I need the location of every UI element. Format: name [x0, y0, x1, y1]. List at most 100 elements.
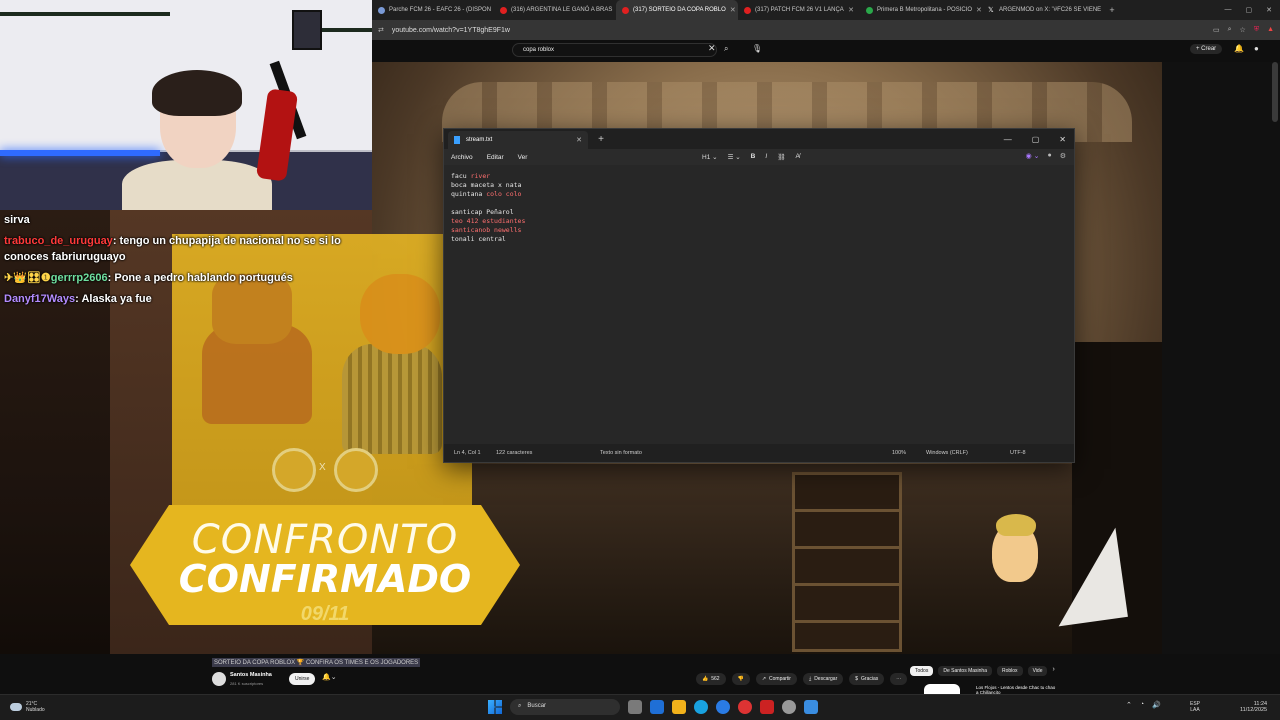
- close-icon[interactable]: ✕: [576, 136, 582, 144]
- bold-icon[interactable]: B: [751, 153, 756, 161]
- thanks-button[interactable]: $ Gracias: [849, 673, 885, 685]
- download-button[interactable]: ⤓ Descargar: [802, 673, 844, 685]
- clock[interactable]: 11:24 11/12/2025: [1240, 701, 1267, 713]
- notifications-icon[interactable]: 🔔: [1234, 44, 1244, 53]
- player-figure: [342, 344, 442, 454]
- taskbar-search[interactable]: ⌕ Buscar: [510, 699, 620, 715]
- encoding[interactable]: UTF-8: [1010, 450, 1026, 456]
- channel-avatar[interactable]: [212, 672, 226, 686]
- close-icon[interactable]: ✕: [1266, 6, 1272, 14]
- youtube-icon: [622, 6, 629, 14]
- chevron-right-icon[interactable]: ›: [1052, 666, 1054, 676]
- webcam-feed: [0, 0, 372, 210]
- join-button[interactable]: Unirse: [289, 673, 316, 685]
- edge-icon[interactable]: [694, 700, 708, 714]
- chevron-up-icon[interactable]: ⌃: [1126, 701, 1132, 709]
- player-head: [360, 274, 440, 354]
- menu-editar[interactable]: Editar: [480, 154, 511, 161]
- maximize-icon[interactable]: ▢: [1032, 135, 1040, 144]
- browser-tab[interactable]: Parche FCM 26 - EAFC 26 - (DISPON✕: [372, 0, 494, 20]
- obs-icon[interactable]: [782, 700, 796, 714]
- list-dropdown-icon[interactable]: ☰ ⌄: [728, 153, 741, 161]
- close-icon[interactable]: ✕: [848, 6, 854, 14]
- channel-name[interactable]: Santos Masinha: [230, 672, 272, 678]
- banner-date: 09/11: [300, 603, 350, 625]
- zoom-level[interactable]: 100%: [892, 450, 906, 456]
- bell-icon[interactable]: 🔔⌄: [322, 673, 337, 681]
- account-icon[interactable]: ●: [1047, 152, 1051, 160]
- text-line: santicap Peñarol: [451, 208, 514, 216]
- close-icon[interactable]: ✕: [1059, 135, 1066, 144]
- confronto-banner: CONFRONTO CONFIRMADO 09/11: [130, 505, 520, 625]
- menu-archivo[interactable]: Archivo: [444, 154, 480, 161]
- notepad-window: stream.txt ✕ + — ▢ ✕ Archivo Editar Ver …: [443, 128, 1075, 463]
- video-info-bar: SORTEIO DA COPA ROBLOX 🏆 CONFIRA OS TIME…: [204, 654, 1280, 695]
- file-explorer-icon[interactable]: [672, 700, 686, 714]
- game-character: [992, 514, 1038, 582]
- share-button[interactable]: ↗ Compartir: [755, 673, 797, 685]
- chrome-icon[interactable]: [716, 700, 730, 714]
- volume-icon[interactable]: 🔊: [1152, 701, 1161, 709]
- share-icon: ↗: [761, 676, 767, 682]
- clear-format-icon[interactable]: A̸: [795, 153, 799, 161]
- chat-username: gerrrp2606: [50, 272, 108, 284]
- weather-widget[interactable]: 21°C Nublado: [10, 701, 45, 713]
- search-input[interactable]: copa roblox: [512, 43, 717, 57]
- microphone-icon[interactable]: 🎙: [752, 44, 762, 53]
- cast-icon[interactable]: ▭: [1213, 26, 1220, 34]
- dislike-button[interactable]: 👎: [731, 673, 750, 685]
- create-button[interactable]: + Crear: [1190, 44, 1223, 54]
- notepad-tab[interactable]: stream.txt ✕: [448, 131, 588, 149]
- window-controls: — ▢ ✕: [1225, 6, 1280, 14]
- site-info-icon[interactable]: ⇄: [378, 26, 384, 34]
- bookmark-star-icon[interactable]: ☆: [1240, 26, 1246, 34]
- maximize-icon[interactable]: ▢: [1246, 6, 1253, 14]
- copilot-icon[interactable]: ◉ ⌄: [1026, 152, 1040, 160]
- clear-search-icon[interactable]: ✕: [708, 43, 716, 54]
- extension-shield-icon[interactable]: ⛨: [1254, 26, 1259, 34]
- new-tab-button[interactable]: +: [1104, 5, 1120, 15]
- minimize-icon[interactable]: —: [1004, 135, 1012, 144]
- url-field[interactable]: youtube.com/watch?v=1YT8ghE9F1w: [392, 27, 1205, 34]
- close-icon[interactable]: ✕: [730, 6, 736, 14]
- copilot-icon[interactable]: [650, 700, 664, 714]
- text-line: tonali central: [451, 235, 506, 243]
- chip-roblox[interactable]: Roblox: [996, 666, 1023, 676]
- new-tab-button[interactable]: +: [594, 134, 608, 145]
- scrollbar[interactable]: [1272, 62, 1278, 122]
- avatar[interactable]: ●: [1254, 44, 1259, 53]
- brave-icon[interactable]: [738, 700, 752, 714]
- line-ending[interactable]: Windows (CRLF): [926, 450, 968, 456]
- browser-tab[interactable]: (316) ARGENTINA LE GANÓ A BRAS✕: [494, 0, 616, 20]
- game-app-icon[interactable]: [760, 700, 774, 714]
- zoom-icon[interactable]: ⌕: [1228, 26, 1232, 34]
- warning-icon[interactable]: ▲: [1267, 26, 1274, 34]
- browser-tab[interactable]: 𝕏ARGENMOD on X: "#FC26 SE VIENE✕: [982, 0, 1104, 20]
- browser-tab-active[interactable]: (317) SORTEIO DA COPA ROBLO ✕: [616, 0, 738, 20]
- more-actions-button[interactable]: ⋯: [890, 673, 908, 685]
- side-panel: [1162, 62, 1280, 654]
- text-line: santicanob newells: [451, 226, 522, 234]
- chip-channel[interactable]: De Santos Masinha: [938, 666, 992, 676]
- language-indicator[interactable]: ESP LAA: [1190, 701, 1200, 713]
- minimize-icon[interactable]: —: [1225, 6, 1232, 14]
- heading-dropdown[interactable]: H1 ⌄: [702, 153, 718, 161]
- notepad-text-area[interactable]: facu river boca maceta x nata quintana col…: [444, 165, 1074, 446]
- italic-icon[interactable]: I: [765, 153, 767, 161]
- notepad-menubar: Archivo Editar Ver H1 ⌄ ☰ ⌄ B I ⛓ A̸ ◉ ⌄…: [444, 149, 1074, 165]
- chip-todos[interactable]: Todos: [910, 666, 934, 676]
- browser-tab[interactable]: (317) PATCH FCM 26 V1 LANÇA ✕: [738, 0, 860, 20]
- search-icon[interactable]: ⌕: [724, 44, 728, 54]
- start-icon[interactable]: [488, 700, 502, 714]
- chip-video[interactable]: Vide: [1027, 666, 1048, 676]
- settings-icon[interactable]: ⚙: [1060, 152, 1066, 160]
- notepad-icon[interactable]: [804, 700, 818, 714]
- link-icon[interactable]: ⛓: [777, 153, 785, 161]
- browser-tab[interactable]: Primera B Metropolitana - POSICIO ✕: [860, 0, 982, 20]
- notepad-titlebar: stream.txt ✕ + — ▢ ✕: [444, 129, 1074, 149]
- menu-ver[interactable]: Ver: [511, 154, 535, 161]
- task-view-icon[interactable]: [628, 700, 642, 714]
- recommended-thumbnail[interactable]: [924, 684, 960, 694]
- wifi-icon[interactable]: ◔: [1140, 701, 1144, 709]
- like-button[interactable]: 👍 562: [696, 673, 726, 685]
